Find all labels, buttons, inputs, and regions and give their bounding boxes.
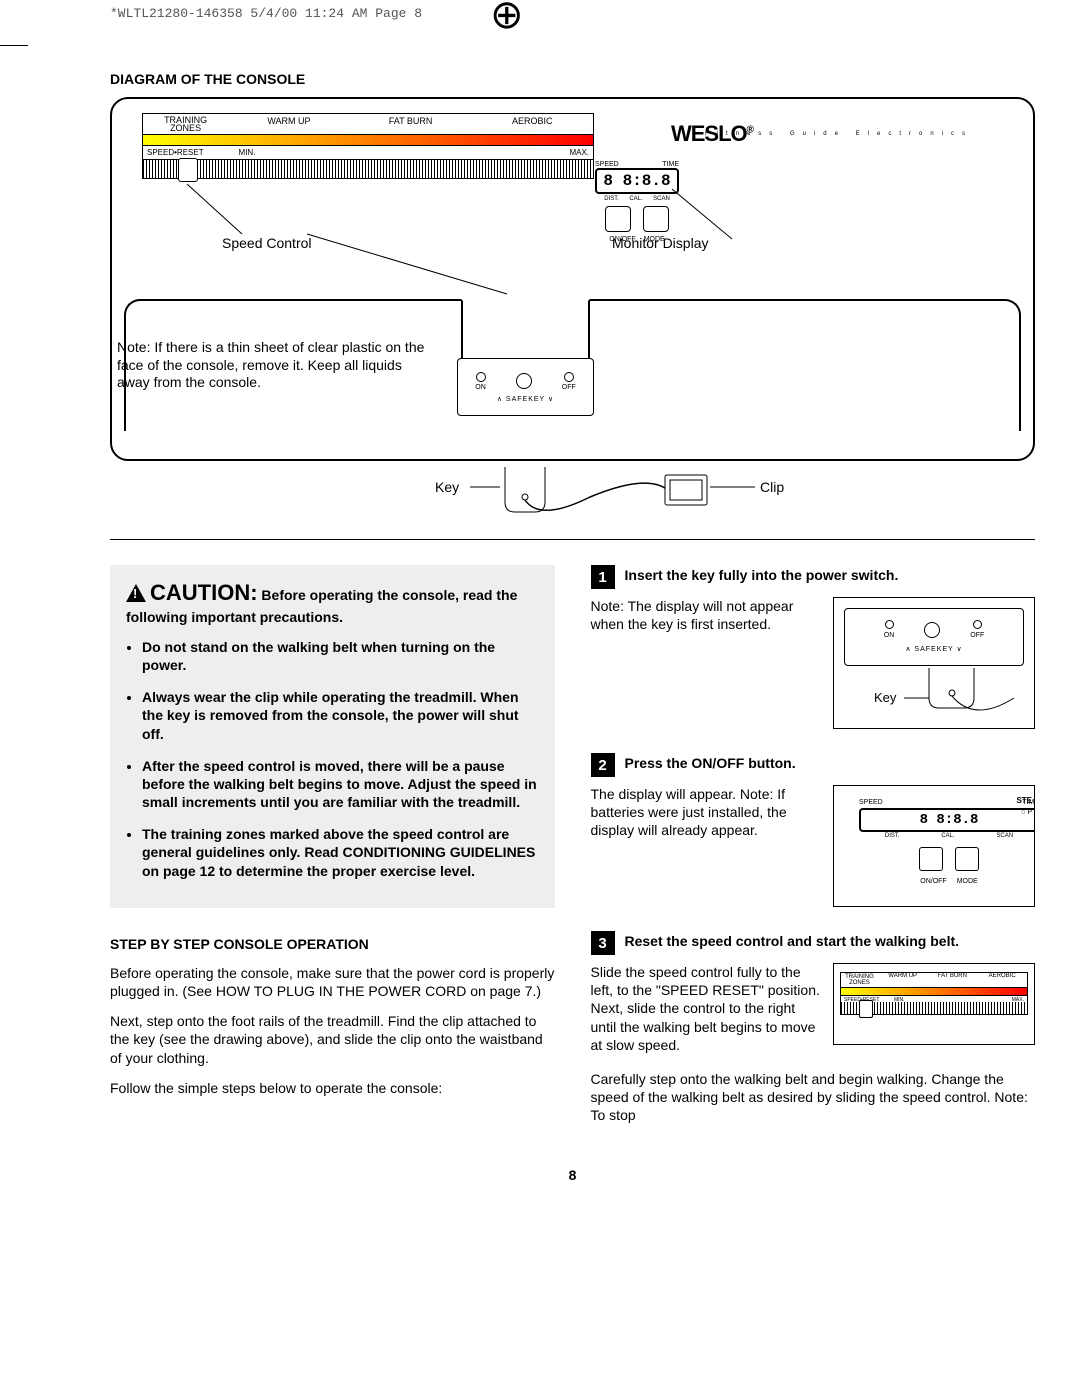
step-number: 1	[591, 565, 615, 589]
zone-fatburn: FAT BURN	[350, 114, 472, 134]
onoff-button	[605, 206, 631, 232]
speed-reset-label: SPEED•RESET	[147, 148, 227, 157]
print-slug: *WLTL21280-146358 5/4/00 11:24 AM Page 8	[110, 0, 1035, 51]
mode-button	[643, 206, 669, 232]
caution-item: After the speed control is moved, there …	[142, 757, 539, 812]
step-number: 2	[591, 753, 615, 777]
speed-slider	[142, 160, 594, 179]
caution-item: The training zones marked above the spee…	[142, 825, 539, 880]
step-1: 1 Insert the key fully into the power sw…	[591, 565, 1036, 729]
intro-para: Next, step onto the foot rails of the tr…	[110, 1012, 555, 1067]
intro-para: Follow the simple steps below to operate…	[110, 1079, 555, 1097]
zone-warmup: WARM UP	[228, 114, 350, 134]
lcd: 8 8:8.8	[595, 168, 679, 194]
intro-para: Before operating the console, make sure …	[110, 964, 555, 1000]
caution-box: CAUTION: Before operating the console, r…	[110, 565, 555, 908]
warning-icon	[126, 584, 146, 602]
callout-clip: Clip	[760, 479, 784, 495]
step3-body2: Carefully step onto the walking belt and…	[591, 1070, 1036, 1125]
step-number: 3	[591, 931, 615, 955]
caution-item: Do not stand on the walking belt when tu…	[142, 638, 539, 674]
callout-speed-control: Speed Control	[222, 235, 312, 251]
caution-heading: CAUTION:	[150, 580, 258, 605]
step-2: 2 Press the ON/OFF button. The display w…	[591, 753, 1036, 907]
figure-step1: ON OFF ∧ SAFEKEY ∨ Key	[833, 597, 1035, 729]
zones-label: TRAINING ZONES	[143, 114, 228, 134]
step-body: Note: The display will not appear when t…	[591, 597, 822, 729]
step-title: Reset the speed control and start the wa…	[625, 931, 960, 949]
section-title-operation: STEP BY STEP CONSOLE OPERATION	[110, 936, 555, 952]
section-title-diagram: DIAGRAM OF THE CONSOLE	[110, 71, 1035, 87]
callout-monitor-display: Monitor Display	[612, 235, 708, 251]
page-number: 8	[110, 1167, 1035, 1183]
max-label: MAX.	[267, 148, 589, 157]
safekey-switch: ON OFF ∧ SAFEKEY ∨	[457, 358, 594, 416]
callout-key: Key	[435, 479, 459, 495]
caution-item: Always wear the clip while operating the…	[142, 688, 539, 743]
step-title: Press the ON/OFF button.	[625, 753, 796, 771]
console-diagram: TRAINING ZONES WARM UP FAT BURN AEROBIC …	[110, 97, 1035, 461]
figure-step3: TRAINING ZONES WARM UP FAT BURN AEROBIC …	[833, 963, 1035, 1045]
registration-mark: ⊕	[490, 0, 524, 30]
min-label: MIN.	[227, 148, 267, 157]
figure-step2: SPEEDTIME 8 8:8.8 DIST.CAL.SCAN	[833, 785, 1035, 907]
lcd-block: SPEED TIME 8 8:8.8 DIST. CAL. SCAN ON/OF…	[577, 161, 697, 243]
step-3: 3 Reset the speed control and start the …	[591, 931, 1036, 1125]
brand-tagline: Fitness Guide Electronics	[705, 131, 973, 137]
console-note: Note: If there is a thin sheet of clear …	[117, 339, 427, 392]
step-body: The display will appear. Note: If batter…	[591, 785, 822, 907]
step-body: Slide the speed control fully to the lef…	[591, 963, 822, 1054]
step-title: Insert the key fully into the power swit…	[625, 565, 899, 583]
zone-aerobic: AEROBIC	[471, 114, 593, 134]
